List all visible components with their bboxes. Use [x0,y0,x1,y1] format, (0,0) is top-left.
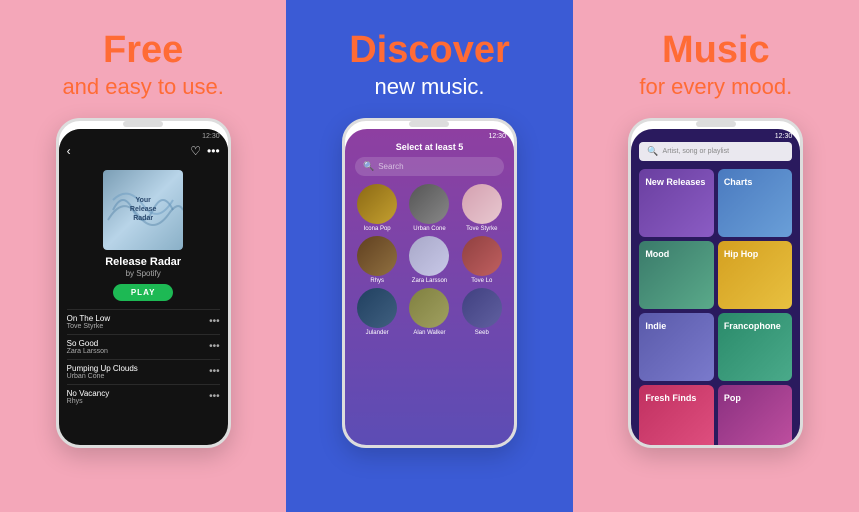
artist-item[interactable]: Urban Cone [405,184,453,232]
phone-notch-center [409,121,449,127]
artist-item[interactable]: Seeb [458,288,506,336]
category-label: Francophone [724,321,781,332]
track-artist: Rhys [67,398,110,405]
track-item: No Vacancy Rhys ••• [67,384,220,409]
more-icon[interactable]: ••• [207,144,220,158]
track-name: No Vacancy [67,389,110,398]
panel-left: Free and easy to use. 12:30 ‹ ♡ ••• [0,0,286,512]
artist-item[interactable]: Julander [353,288,401,336]
artist-avatar [409,288,449,328]
category-label: Charts [724,177,753,188]
phone-notch-right [696,121,736,127]
track-item: On The Low Tove Styrke ••• [67,309,220,334]
category-francophone[interactable]: Francophone [718,313,793,381]
search-bar-right[interactable]: 🔍 Artist, song or playlist [639,142,792,161]
track-list: On The Low Tove Styrke ••• So Good Zara … [59,309,228,448]
category-indie[interactable]: Indie [639,313,714,381]
search-placeholder-right: Artist, song or playlist [663,148,730,155]
category-label: Hip Hop [724,249,759,260]
track-artist: Urban Cone [67,373,138,380]
artist-avatar [462,288,502,328]
artist-name: Icona Pop [364,226,391,232]
status-bar-right: 12:30 [631,129,800,142]
phone-nav-left: ‹ ♡ ••• [59,142,228,162]
artist-avatar [409,184,449,224]
select-prompt: Select at least 5 [345,142,514,152]
track-name: So Good [67,339,108,348]
artist-avatar [462,236,502,276]
left-title: Free [103,30,183,72]
search-icon-right: 🔍 [647,146,658,157]
category-charts[interactable]: Charts [718,169,793,237]
album-by: by Spotify [59,269,228,278]
track-more-icon[interactable]: ••• [209,316,220,327]
artist-avatar [409,236,449,276]
track-more-icon[interactable]: ••• [209,341,220,352]
category-mood[interactable]: Mood [639,241,714,309]
phone-notch-left [123,121,163,127]
track-more-icon[interactable]: ••• [209,391,220,402]
category-fresh-finds[interactable]: Fresh Finds [639,385,714,448]
play-button[interactable]: PLAY [113,284,174,301]
status-bar-center: 12:30 [345,129,514,142]
right-subtitle: for every mood. [639,74,792,100]
artist-name: Seeb [475,330,489,336]
left-subtitle: and easy to use. [62,74,223,100]
artist-item[interactable]: Tove Styrke [458,184,506,232]
search-icon: 🔍 [363,161,374,172]
artist-item[interactable]: Tove Lo [458,236,506,284]
artists-grid: Icona Pop Urban Cone Tove Styrke Rhys Za… [345,184,514,336]
category-hip-hop[interactable]: Hip Hop [718,241,793,309]
category-label: Pop [724,393,741,404]
back-icon[interactable]: ‹ [67,144,71,158]
track-name: On The Low [67,314,110,323]
track-artist: Zara Larsson [67,348,108,355]
artist-item[interactable]: Rhys [353,236,401,284]
artist-name: Urban Cone [413,226,445,232]
artist-name: Julander [366,330,389,336]
artist-avatar [357,236,397,276]
artist-avatar [462,184,502,224]
album-title: Release Radar [59,256,228,268]
artist-name: Alan Walker [413,330,445,336]
track-more-icon[interactable]: ••• [209,366,220,377]
search-bar-center[interactable]: 🔍 Search [355,157,504,176]
category-new-releases[interactable]: New Releases [639,169,714,237]
artist-avatar [357,288,397,328]
artist-name: Tove Lo [471,278,492,284]
categories-grid: New Releases Charts Mood Hip Hop Indie F… [631,169,800,448]
search-placeholder: Search [378,162,403,171]
album-art-text: Your Release Radar [130,196,156,223]
artist-name: Tove Styrke [466,226,497,232]
category-label: Mood [645,249,669,260]
heart-icon[interactable]: ♡ [190,144,201,158]
artist-name: Zara Larsson [412,278,447,284]
artist-item[interactable]: Icona Pop [353,184,401,232]
category-pop[interactable]: Pop [718,385,793,448]
category-label: New Releases [645,177,705,188]
track-item: Pumping Up Clouds Urban Cone ••• [67,359,220,384]
artist-item[interactable]: Zara Larsson [405,236,453,284]
track-name: Pumping Up Clouds [67,364,138,373]
category-label: Indie [645,321,666,332]
panel-right: Music for every mood. 12:30 🔍 Artist, so… [573,0,859,512]
phone-right: 12:30 🔍 Artist, song or playlist New Rel… [628,118,803,448]
track-item: So Good Zara Larsson ••• [67,334,220,359]
artist-name: Rhys [370,278,384,284]
phone-left: 12:30 ‹ ♡ ••• Your Release Radar Release… [56,118,231,448]
center-subtitle: new music. [374,74,484,100]
panel-center: Discover new music. 12:30 Select at leas… [286,0,572,512]
right-title: Music [662,30,770,72]
track-artist: Tove Styrke [67,323,110,330]
status-bar-left: 12:30 [59,129,228,142]
phone-center: 12:30 Select at least 5 🔍 Search Icona P… [342,118,517,448]
category-label: Fresh Finds [645,393,696,404]
artist-item[interactable]: Alan Walker [405,288,453,336]
center-title: Discover [349,30,510,72]
artist-avatar [357,184,397,224]
album-art: Your Release Radar [103,170,183,250]
